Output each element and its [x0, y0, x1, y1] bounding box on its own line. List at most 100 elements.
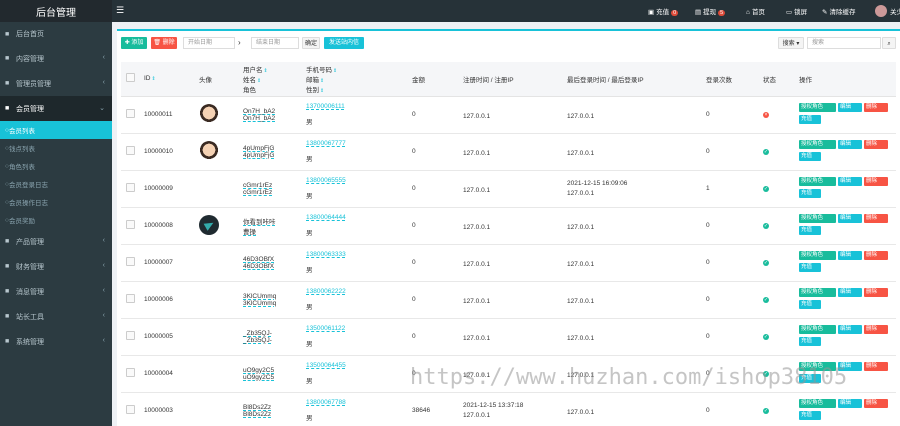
col-contact[interactable]: 手机号码⇕ 邮箱⇕ 性别⇕	[303, 62, 409, 97]
assign-role-button[interactable]: 授权角色	[799, 324, 836, 334]
menu-toggle-icon[interactable]: ☰	[116, 5, 124, 16]
fullscreen-nav[interactable]: ▭ 锁屏	[786, 6, 807, 16]
assign-role-button[interactable]: 授权角色	[799, 102, 836, 112]
row-checkbox[interactable]	[126, 257, 135, 266]
sidebar-item[interactable]: ■ 会员管理 ⌄	[0, 96, 112, 121]
home-nav[interactable]: ⌂ 首页	[746, 6, 765, 16]
recharge-button[interactable]: 充值	[799, 151, 821, 161]
chevron-icon: ‹	[102, 79, 105, 86]
delete-row-button[interactable]: 删除	[864, 361, 888, 371]
row-phone[interactable]: 13800065555	[306, 177, 409, 184]
search-button[interactable]: ⌕	[882, 37, 896, 49]
recharge-button[interactable]: 充值	[799, 336, 821, 346]
row-reg-ip: 127.0.0.1	[463, 260, 491, 268]
sidebar-item[interactable]: ■ 消息管理 ‹	[0, 279, 112, 304]
sidebar-item[interactable]: ■ 内容管理 ‹	[0, 46, 112, 71]
app-logo-title: 后台管理	[0, 0, 112, 22]
row-status-cell: ×	[760, 96, 796, 134]
row-checkbox[interactable]	[126, 220, 135, 229]
assign-role-button[interactable]: 授权角色	[799, 250, 836, 260]
edit-button[interactable]: 编辑	[838, 139, 862, 149]
row-checkbox[interactable]	[126, 368, 135, 377]
delete-row-button[interactable]: 删除	[864, 213, 888, 223]
edit-button[interactable]: 编辑	[838, 176, 862, 186]
date-range-arrow-icon: ›	[238, 38, 241, 47]
user-name[interactable]: 关少	[890, 6, 900, 16]
recharge-button[interactable]: 充值	[799, 262, 821, 272]
row-status-cell: ✓	[760, 170, 796, 208]
row-avatar-cell	[196, 244, 240, 282]
row-avatar-cell	[196, 170, 240, 208]
sidebar-subitem[interactable]: ○ 钱点列表	[0, 139, 112, 157]
recharge-button[interactable]: 充值	[799, 188, 821, 198]
assign-role-button[interactable]: 授权角色	[799, 139, 836, 149]
row-phone[interactable]: 13800062222	[306, 288, 409, 295]
row-phone[interactable]: 13800067788	[306, 399, 409, 406]
recharge-button[interactable]: 充值	[799, 410, 821, 420]
assign-role-button[interactable]: 授权角色	[799, 287, 836, 297]
row-id: 10000010	[141, 133, 196, 171]
end-date-input[interactable]: 结束日期	[251, 37, 299, 49]
sidebar-subitem[interactable]: ○ 会员登录日志	[0, 175, 112, 193]
sidebar-subitem[interactable]: ○ 角色列表	[0, 157, 112, 175]
delete-row-button[interactable]: 删除	[864, 398, 888, 408]
sidebar-item[interactable]: ■ 系统管理 ‹	[0, 329, 112, 354]
edit-button[interactable]: 编辑	[838, 250, 862, 260]
search-field-select[interactable]: 搜索 ▾	[778, 37, 804, 49]
sidebar-subitem[interactable]: ○ 会员奖励	[0, 211, 112, 229]
row-checkbox[interactable]	[126, 331, 135, 340]
search-input[interactable]: 搜索	[807, 37, 881, 49]
edit-button[interactable]: 编辑	[838, 102, 862, 112]
assign-role-button[interactable]: 授权角色	[799, 398, 836, 408]
row-phone[interactable]: 13500061122	[306, 325, 409, 332]
recharge-button[interactable]: 充值	[799, 114, 821, 124]
row-checkbox[interactable]	[126, 294, 135, 303]
delete-row-button[interactable]: 删除	[864, 324, 888, 334]
recharge-button[interactable]: 充值	[799, 225, 821, 235]
delete-row-button[interactable]: 删除	[864, 102, 888, 112]
row-checkbox[interactable]	[126, 183, 135, 192]
sidebar-item[interactable]: ■ 管理员管理 ‹	[0, 71, 112, 96]
sidebar-subitem[interactable]: ○ 会员操作日志	[0, 193, 112, 211]
recharge-nav[interactable]: ▣ 充值 0	[648, 6, 679, 16]
row-checkbox[interactable]	[126, 109, 135, 118]
assign-role-button[interactable]: 授权角色	[799, 176, 836, 186]
sidebar-item[interactable]: ■ 产品管理 ‹	[0, 229, 112, 254]
row-phone[interactable]: 13800063333	[306, 251, 409, 258]
add-button[interactable]: ✚ 添加	[121, 37, 147, 49]
sidebar-subitem[interactable]: ○ 会员列表	[0, 121, 112, 139]
row-id: 10000005	[141, 318, 196, 356]
recharge-button[interactable]: 充值	[799, 299, 821, 309]
row-phone[interactable]: 13800064444	[306, 214, 409, 221]
col-user[interactable]: 用户名⇕ 姓名⇕ 角色	[240, 62, 303, 97]
col-id[interactable]: ID⇕	[141, 62, 196, 97]
edit-button[interactable]: 编辑	[838, 287, 862, 297]
chevron-icon: ‹	[102, 262, 105, 269]
row-login-count: 0	[703, 207, 760, 245]
assign-role-button[interactable]: 授权角色	[799, 213, 836, 223]
delete-row-button[interactable]: 删除	[864, 287, 888, 297]
user-avatar[interactable]	[875, 5, 887, 17]
start-date-input[interactable]: 开始日期	[183, 37, 235, 49]
edit-button[interactable]: 编辑	[838, 213, 862, 223]
send-message-button[interactable]: 发送站内信	[324, 37, 364, 49]
row-avatar-cell	[196, 355, 240, 393]
row-checkbox[interactable]	[126, 405, 135, 414]
row-phone[interactable]: 13800067777	[306, 140, 409, 147]
confirm-date-button[interactable]: 确定	[302, 37, 320, 49]
delete-button[interactable]: 🗑 删除	[151, 37, 177, 49]
edit-button[interactable]: 编辑	[838, 398, 862, 408]
sidebar-item[interactable]: ■ 财务管理 ‹	[0, 254, 112, 279]
sidebar-item[interactable]: ■ 站长工具 ‹	[0, 304, 112, 329]
clear-cache-nav[interactable]: ✎ 清除缓存	[822, 6, 855, 16]
row-checkbox[interactable]	[126, 146, 135, 155]
delete-row-button[interactable]: 删除	[864, 139, 888, 149]
delete-row-button[interactable]: 删除	[864, 250, 888, 260]
select-all-checkbox[interactable]	[126, 73, 135, 83]
row-phone[interactable]: 13700006111	[306, 103, 409, 110]
delete-row-button[interactable]: 删除	[864, 176, 888, 186]
sidebar-item[interactable]: ■ 后台首页	[0, 22, 112, 46]
withdraw-nav[interactable]: ▤ 提现 5	[695, 6, 726, 16]
edit-button[interactable]: 编辑	[838, 324, 862, 334]
row-phone[interactable]: 13500064455	[306, 362, 409, 369]
